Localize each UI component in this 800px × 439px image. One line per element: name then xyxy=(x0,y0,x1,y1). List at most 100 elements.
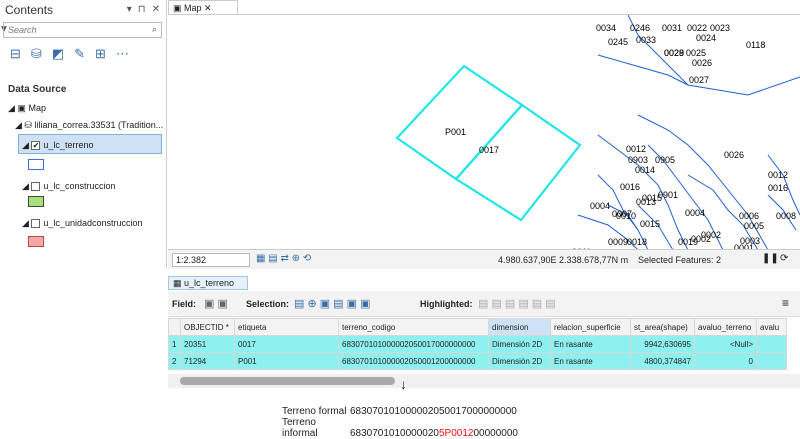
parcel-label: 0017 xyxy=(479,145,499,155)
table-header: OBJECTID * etiqueta terreno_codigo dimen… xyxy=(168,318,787,336)
parcel-label: 0005 xyxy=(744,221,764,231)
map-tools-icons[interactable]: ▦ ▤ ⇄ ⊕ ⟲ xyxy=(256,253,311,264)
tree-item-layer2[interactable]: ◢ u_lc_construccion xyxy=(22,181,115,192)
visibility-checkbox[interactable]: ✔ xyxy=(31,141,41,151)
list-by-source-icon[interactable]: ⛁ xyxy=(31,46,42,62)
map-view[interactable]: 0034 0246 0031 0022 0023 0245 0033 0029 0024 0028… xyxy=(168,14,800,249)
column-header[interactable]: OBJECTID * xyxy=(180,318,235,336)
attribute-table: OBJECTID * etiqueta terreno_codigo dimen… xyxy=(168,318,787,370)
list-by-snapping-icon[interactable]: ⊞ xyxy=(95,46,106,62)
visibility-checkbox[interactable] xyxy=(31,219,41,229)
tree-item-map[interactable]: ◢ ▣ Map xyxy=(8,103,46,114)
pin-icon[interactable]: ⊓ xyxy=(138,4,146,15)
field-tools-icons[interactable]: ▣ ▣ xyxy=(204,297,228,310)
visibility-checkbox[interactable] xyxy=(31,182,41,192)
tree-item-layer3[interactable]: ◢ u_lc_unidadconstruccion xyxy=(22,218,143,229)
code-comparison: Terreno formal 68307010100000205001700000… xyxy=(282,406,518,439)
parcel-label: 0026 xyxy=(692,58,712,68)
selected-features[interactable]: Selected Features: 2 xyxy=(638,255,721,265)
attribute-toolbar: Field: ▣ ▣ Selection: ▤ ⊕ ▣ ▤ ▣ ▣ Highli… xyxy=(168,291,800,317)
parcel-label: 0901 xyxy=(658,190,678,200)
parcel-label: 0034 xyxy=(596,23,616,33)
scrollbar-thumb[interactable] xyxy=(180,377,395,385)
search-icon[interactable]: ⌕ xyxy=(152,24,157,35)
table-cell[interactable]: En rasante xyxy=(550,352,631,370)
column-header[interactable]: avalu xyxy=(756,318,787,336)
parcel-label: 0024 xyxy=(696,33,716,43)
map-labels: 0034 0246 0031 0022 00230245 0033002900240028… xyxy=(445,23,796,249)
toolbar-selection-label: Selection: xyxy=(246,299,290,309)
formal-row: Terreno formal 68307010100000205001700000… xyxy=(282,406,517,417)
table-cell[interactable]: 683070101000002050001200000000 xyxy=(338,352,489,370)
down-arrow-icon: ↓ xyxy=(400,376,407,392)
table-cell[interactable]: 9942,630695 xyxy=(630,335,695,353)
parcel-label: P001 xyxy=(445,127,466,137)
tree-item-layer1[interactable]: ◢ ✔ u_lc_terreno xyxy=(22,140,93,151)
table-cell[interactable] xyxy=(756,352,787,370)
column-header[interactable]: relacion_superficie xyxy=(550,318,631,336)
parcel-label: 0019 xyxy=(678,237,698,247)
parcel-label: 0012 xyxy=(626,144,646,154)
table-row[interactable]: 1 20351 0017 683070101000002050017000000… xyxy=(168,335,787,353)
layer1-swatch xyxy=(28,159,44,170)
table-cell[interactable]: 0017 xyxy=(234,335,339,353)
toolbar-field-label: Field: xyxy=(172,299,196,309)
column-header[interactable]: dimension xyxy=(488,318,551,336)
parcel-label: 0905 xyxy=(655,155,675,165)
panel-toolbar: ⊟ ⛁ ◩ ✎ ⊞ ⋯ xyxy=(10,46,129,62)
table-cell[interactable]: En rasante xyxy=(550,335,631,353)
informal-row: Terreno informal 68307010100000205P001200… xyxy=(282,417,518,439)
map-canvas[interactable]: 0034 0246 0031 0022 00230245 0033002900240028… xyxy=(168,15,800,249)
parcel-label: 0016 xyxy=(768,183,788,193)
tab-attribute-table[interactable]: ▦ u_lc_terreno ✕ xyxy=(168,276,248,299)
column-header[interactable]: etiqueta xyxy=(234,318,339,336)
highlighted-tools-icons[interactable]: ▤ ▤ ▤ ▤ ▤ ▤ xyxy=(478,297,556,310)
column-header[interactable]: terreno_codigo xyxy=(338,318,489,336)
tab-map[interactable]: ▣ Map ✕ xyxy=(168,0,238,14)
table-cell[interactable]: P001 xyxy=(234,352,339,370)
more-icon[interactable]: ⋯ xyxy=(116,46,129,62)
pause-icon[interactable]: ❚❚ xyxy=(762,253,779,264)
scale-select[interactable]: 1:2.382 xyxy=(172,253,250,267)
menu-icon[interactable]: ≡ xyxy=(782,296,789,310)
search-input[interactable]: Search ⌕ xyxy=(3,22,162,38)
parcel-label: 0118 xyxy=(746,40,765,50)
table-cell[interactable]: Dimensión 2D xyxy=(488,352,551,370)
horizontal-scrollbar[interactable] xyxy=(168,374,800,388)
list-by-drawing-order-icon[interactable]: ⊟ xyxy=(10,46,21,62)
parcel-label: 0016 xyxy=(620,182,640,192)
close-icon[interactable]: ✕ xyxy=(204,3,212,13)
table-cell[interactable]: 71294 xyxy=(180,352,235,370)
list-by-selection-icon[interactable]: ◩ xyxy=(52,46,64,62)
parcel-label: 0031 xyxy=(662,23,682,33)
selection-tools-icons[interactable]: ▤ ⊕ ▣ ▤ ▣ ▣ xyxy=(294,297,370,310)
dropdown-icon[interactable]: ▾ xyxy=(127,4,132,15)
map-status-bar: 1:2.382 ▦ ▤ ⇄ ⊕ ⟲ 4.980.637,90E 2.338.67… xyxy=(168,249,800,269)
table-cell[interactable]: 4800,374847 xyxy=(630,352,695,370)
layer2-swatch xyxy=(28,196,44,207)
table-cell[interactable]: 0 xyxy=(694,352,757,370)
column-header[interactable]: avaluo_terreno xyxy=(694,318,757,336)
parcel-label: 0903 xyxy=(628,155,648,165)
table-cell[interactable]: <Null> xyxy=(694,335,757,353)
column-header[interactable]: st_area(shape) xyxy=(630,318,695,336)
parcel-label: 0004 xyxy=(685,208,705,218)
list-by-editing-icon[interactable]: ✎ xyxy=(74,46,85,62)
parcel-label: 0025 xyxy=(686,48,706,58)
parcel-label: 0010 xyxy=(616,211,636,221)
table-row[interactable]: 2 71294 P001 683070101000002050001200000… xyxy=(168,352,787,370)
parcel-label: 0028 xyxy=(664,48,684,58)
table-cell[interactable]: 20351 xyxy=(180,335,235,353)
refresh-icon[interactable]: ⟳ xyxy=(780,253,788,264)
table-icon: ▦ xyxy=(173,278,185,288)
database-icon: ⛁ xyxy=(24,120,32,130)
table-cell: 1 xyxy=(168,335,181,353)
tree-item-db[interactable]: ◢ ⛁ liliana_correa.33531 (Tradition... xyxy=(15,120,163,131)
table-cell[interactable]: Dimensión 2D xyxy=(488,335,551,353)
table-cell[interactable] xyxy=(756,335,787,353)
table-cell[interactable]: 683070101000002050017000000000 xyxy=(338,335,489,353)
parcel-label: 0023 xyxy=(710,23,730,33)
parcel-label: 0014 xyxy=(635,165,655,175)
close-icon[interactable]: ✕ xyxy=(152,4,160,15)
map-icon: ▣ xyxy=(173,3,185,13)
